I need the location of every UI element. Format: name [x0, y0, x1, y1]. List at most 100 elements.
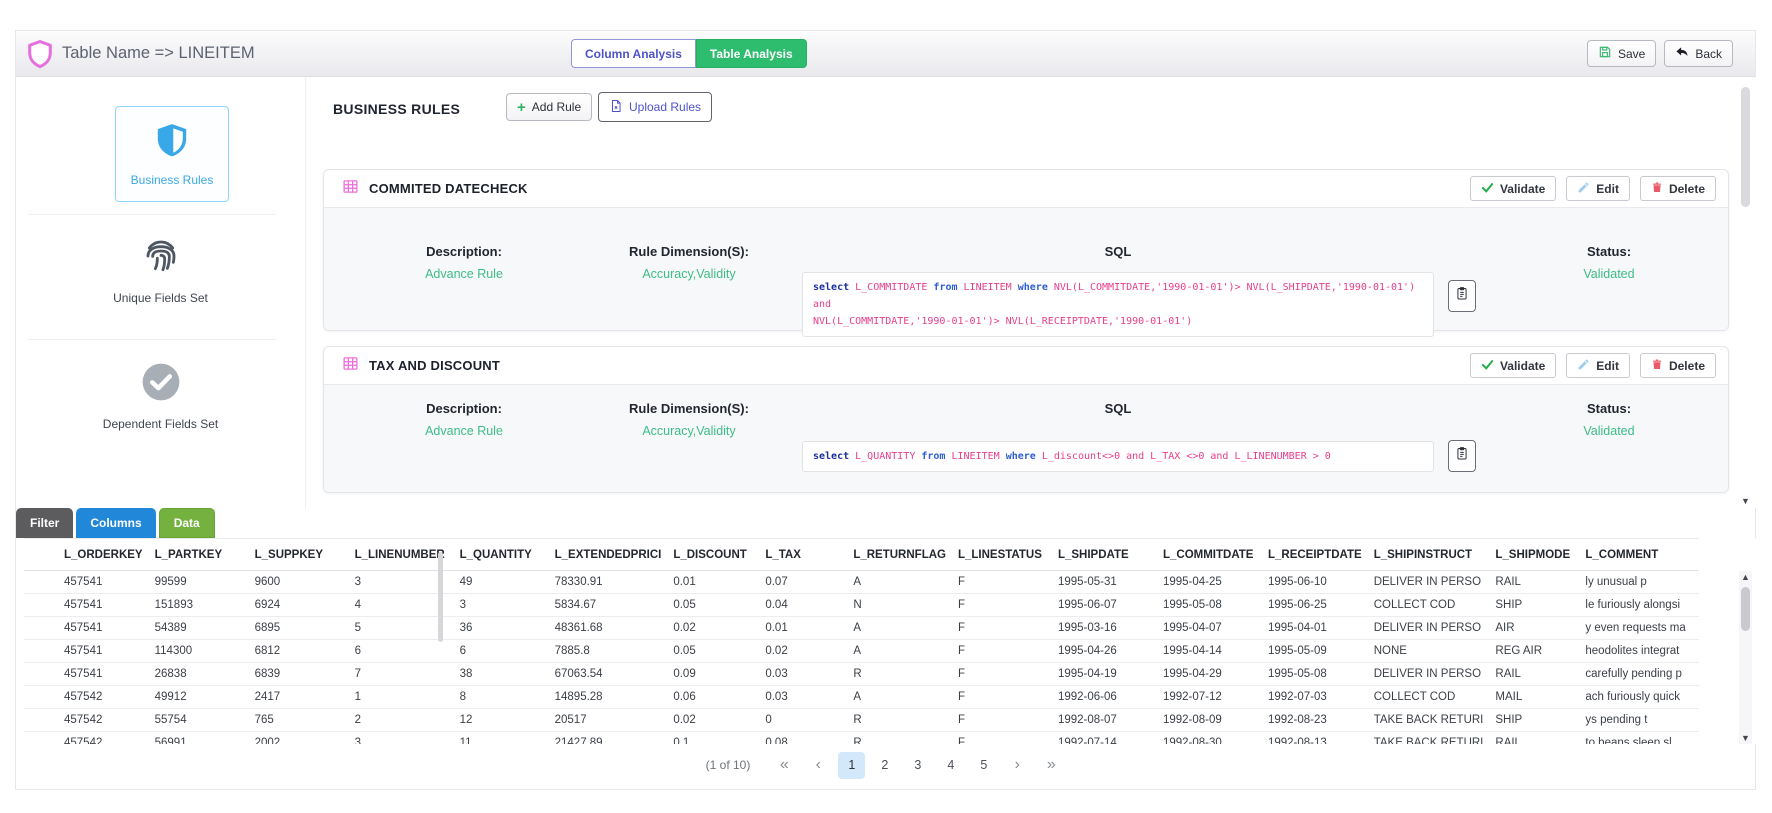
vertical-scrollbar[interactable]: ▼ [1739, 81, 1752, 506]
column-header-l_partkey[interactable]: L_PARTKEY [149, 539, 249, 571]
column-header-l_shipdate[interactable]: L_SHIPDATE [1052, 539, 1157, 571]
table-cell: 457541 [24, 640, 149, 663]
table-cell: 67063.54 [549, 663, 668, 686]
save-button-label: Save [1618, 47, 1645, 61]
save-button[interactable]: Save [1587, 40, 1656, 67]
table-cell: 11 [454, 732, 549, 745]
copy-sql-button[interactable] [1448, 440, 1476, 472]
table-cell: 1995-05-08 [1157, 594, 1262, 617]
table-cell: 457542 [24, 732, 149, 745]
scrollbar-thumb[interactable] [1741, 87, 1750, 207]
table-cell: 114300 [149, 640, 249, 663]
table-vertical-scrollbar[interactable]: ▲ ▼ [1739, 571, 1752, 744]
sidebar-item-label: Unique Fields Set [113, 291, 208, 305]
table-cell: F [952, 594, 1052, 617]
column-header-l_extendedprici[interactable]: L_EXTENDEDPRICI [549, 539, 668, 571]
column-header-l_suppkey[interactable]: L_SUPPKEY [249, 539, 349, 571]
table-cell: A [847, 686, 952, 709]
column-header-l_orderkey[interactable]: L_ORDERKEY [24, 539, 149, 571]
table-row: 4575424991224171814895.280.060.03AF1992-… [24, 686, 1699, 709]
scroll-down-arrow-icon[interactable]: ▼ [1739, 496, 1752, 506]
sidebar-item-business-rules[interactable]: Business Rules [115, 106, 229, 202]
tab-columns[interactable]: Columns [76, 508, 155, 538]
status-label: Status: [1504, 244, 1714, 259]
first-page-button[interactable]: « [770, 751, 798, 779]
edit-button[interactable]: Edit [1566, 353, 1630, 378]
page-button-2[interactable]: 2 [871, 752, 898, 779]
table-cell: F [952, 617, 1052, 640]
scroll-down-arrow-icon[interactable]: ▼ [1739, 733, 1752, 743]
add-rule-button[interactable]: + Add Rule [506, 93, 592, 121]
table-cell: A [847, 617, 952, 640]
tab-table-analysis[interactable]: Table Analysis [696, 39, 807, 68]
rule-card-tax-and-discount: TAX AND DISCOUNT Validate Edit Delete [323, 346, 1729, 493]
page-buttons: 12345 [838, 752, 997, 779]
business-rules-panel: BUSINESS RULES + Add Rule Upload Rules [306, 77, 1757, 508]
table-cell: 1995-04-25 [1157, 571, 1262, 594]
page-button-1[interactable]: 1 [838, 752, 865, 779]
column-header-l_discount[interactable]: L_DISCOUNT [667, 539, 759, 571]
delete-label: Delete [1669, 359, 1705, 373]
table-cell: 1992-08-30 [1157, 732, 1262, 745]
column-header-l_linestatus[interactable]: L_LINESTATUS [952, 539, 1052, 571]
table-cell: DELIVER IN PERSO [1368, 617, 1490, 640]
table-cell: 1992-07-14 [1052, 732, 1157, 745]
table-cell: 0.04 [759, 594, 847, 617]
table-cell: 0.06 [667, 686, 759, 709]
back-button[interactable]: Back [1664, 40, 1733, 67]
sidebar-item-unique-fields-set[interactable]: Unique Fields Set [16, 235, 305, 305]
page-button-5[interactable]: 5 [970, 752, 997, 779]
check-icon [1481, 359, 1494, 373]
column-header-l_comment[interactable]: L_COMMENT [1579, 539, 1699, 571]
page-button-4[interactable]: 4 [937, 752, 964, 779]
column-header-l_quantity[interactable]: L_QUANTITY [454, 539, 549, 571]
upload-rules-button[interactable]: Upload Rules [598, 92, 712, 122]
table-cell: 1992-08-07 [1052, 709, 1157, 732]
table-cell: 6 [349, 640, 454, 663]
table-cell: 765 [249, 709, 349, 732]
table-cell: 49 [454, 571, 549, 594]
column-header-l_commitdate[interactable]: L_COMMITDATE [1157, 539, 1262, 571]
page-button-3[interactable]: 3 [904, 752, 931, 779]
clipboard-icon [1455, 445, 1469, 467]
tab-data[interactable]: Data [159, 508, 215, 538]
table-cell: 14895.28 [549, 686, 668, 709]
tab-column-analysis[interactable]: Column Analysis [571, 39, 696, 68]
table-cell: 1995-06-07 [1052, 594, 1157, 617]
tab-filter[interactable]: Filter [16, 508, 73, 538]
column-header-l_returnflag[interactable]: L_RETURNFLAG [847, 539, 952, 571]
rule-actions: Validate Edit Delete [1470, 353, 1716, 378]
last-page-button[interactable]: » [1037, 751, 1065, 779]
previous-page-button[interactable]: ‹ [804, 751, 832, 779]
edit-button[interactable]: Edit [1566, 176, 1630, 201]
inner-scrollbar-thumb[interactable] [438, 552, 443, 642]
table-row: 45754256991200231121427.890.10.08RF1992-… [24, 732, 1699, 745]
table-cell: 54389 [149, 617, 249, 640]
table-cell: DELIVER IN PERSO [1368, 571, 1490, 594]
table-cell: 0 [759, 709, 847, 732]
sidebar-item-dependent-fields-set[interactable]: Dependent Fields Set [16, 361, 305, 431]
validate-button[interactable]: Validate [1470, 353, 1556, 378]
column-header-l_receiptdate[interactable]: L_RECEIPTDATE [1262, 539, 1368, 571]
scrollbar-thumb[interactable] [1741, 587, 1750, 631]
sql-code: select L_QUANTITY from LINEITEM where L_… [802, 441, 1434, 472]
sql-label: SQL [802, 244, 1434, 259]
copy-sql-button[interactable] [1448, 280, 1476, 312]
delete-button[interactable]: Delete [1640, 353, 1716, 378]
table-cell: 0.09 [667, 663, 759, 686]
sql-label: SQL [802, 401, 1434, 416]
column-header-l_tax[interactable]: L_TAX [759, 539, 847, 571]
column-header-l_shipinstruct[interactable]: L_SHIPINSTRUCT [1368, 539, 1490, 571]
column-header-l_shipmode[interactable]: L_SHIPMODE [1489, 539, 1579, 571]
validate-button[interactable]: Validate [1470, 176, 1556, 201]
table-cell: le furiously alongsi [1579, 594, 1699, 617]
table-row: 45754154389689553648361.680.020.01AF1995… [24, 617, 1699, 640]
delete-button[interactable]: Delete [1640, 176, 1716, 201]
scroll-up-arrow-icon[interactable]: ▲ [1739, 572, 1752, 582]
table-cell: 8 [454, 686, 549, 709]
next-page-button[interactable]: › [1003, 751, 1031, 779]
table-cell: 0.03 [759, 686, 847, 709]
description-value: Advance Rule [379, 424, 549, 438]
table-cell: 2002 [249, 732, 349, 745]
table-cell: DELIVER IN PERSO [1368, 663, 1490, 686]
